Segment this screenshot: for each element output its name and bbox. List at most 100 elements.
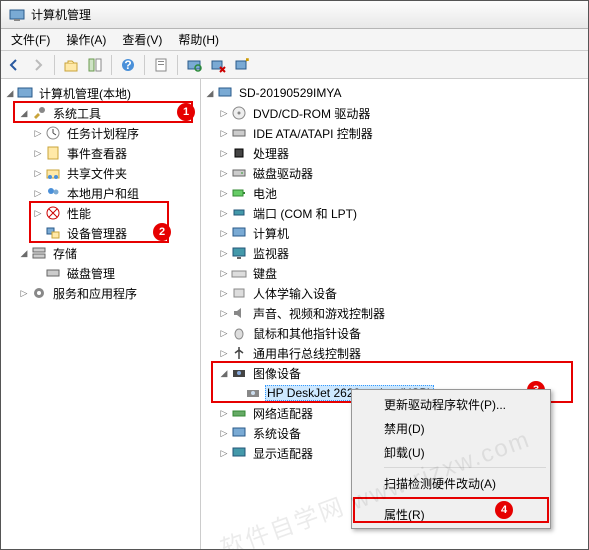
display-adapter-icon — [231, 445, 247, 461]
expander-icon[interactable]: ▷ — [217, 446, 231, 460]
expander-icon[interactable]: ◢ — [203, 86, 217, 100]
expander-icon[interactable]: ▷ — [31, 206, 45, 220]
device-ide[interactable]: ▷IDE ATA/ATAPI 控制器 — [203, 123, 586, 143]
expander-icon[interactable]: ▷ — [217, 426, 231, 440]
scan-hardware-button[interactable] — [183, 54, 205, 76]
help-button[interactable]: ? — [117, 54, 139, 76]
tree-label: 计算机管理(本地) — [37, 85, 133, 102]
up-button[interactable] — [60, 54, 82, 76]
tools-icon — [31, 105, 47, 121]
expander-icon[interactable]: ◢ — [217, 366, 231, 380]
monitor-icon — [231, 245, 247, 261]
update-driver-button[interactable] — [231, 54, 253, 76]
port-icon — [231, 205, 247, 221]
tree-root[interactable]: ◢ 计算机管理(本地) — [3, 83, 198, 103]
ctx-properties[interactable]: 属性(R) — [354, 502, 548, 526]
expander-icon[interactable]: ▷ — [217, 126, 231, 140]
expander-icon[interactable]: ▷ — [217, 346, 231, 360]
titlebar: 计算机管理 — [1, 1, 588, 29]
expander-icon[interactable]: ▷ — [31, 126, 45, 140]
cpu-icon — [231, 145, 247, 161]
ctx-update-driver[interactable]: 更新驱动程序软件(P)... — [354, 392, 548, 416]
device-manager-icon — [45, 225, 61, 241]
expander-icon[interactable]: ▷ — [217, 206, 231, 220]
menu-help[interactable]: 帮助(H) — [170, 29, 227, 50]
expander-icon[interactable]: ▷ — [217, 246, 231, 260]
device-tree[interactable]: ◢ SD-20190529IMYA ▷DVD/CD-ROM 驱动器 ▷IDE A… — [201, 79, 588, 549]
tree-services-apps[interactable]: ▷ 服务和应用程序 — [3, 283, 198, 303]
tree-storage[interactable]: ◢ 存储 — [3, 243, 198, 263]
device-dvd[interactable]: ▷DVD/CD-ROM 驱动器 — [203, 103, 586, 123]
battery-icon — [231, 185, 247, 201]
expander-icon[interactable]: ▷ — [217, 286, 231, 300]
tree-label: 性能 — [65, 205, 93, 222]
expander-icon[interactable]: ▷ — [217, 166, 231, 180]
console-tree[interactable]: ◢ 计算机管理(本地) ◢ 系统工具 ▷ 任务计划程序 ▷ 事件查看器 — [1, 79, 201, 549]
ctx-scan[interactable]: 扫描检测硬件改动(A) — [354, 471, 548, 495]
expander-icon[interactable]: ▷ — [31, 146, 45, 160]
tree-disk-management[interactable]: 磁盘管理 — [3, 263, 198, 283]
uninstall-button[interactable] — [207, 54, 229, 76]
tree-label: 端口 (COM 和 LPT) — [251, 205, 359, 222]
tree-shared-folders[interactable]: ▷ 共享文件夹 — [3, 163, 198, 183]
device-imaging[interactable]: ◢图像设备 — [203, 363, 586, 383]
tree-label: 服务和应用程序 — [51, 285, 139, 302]
menu-file[interactable]: 文件(F) — [3, 29, 58, 50]
tree-label: 磁盘管理 — [65, 265, 117, 282]
tree-label: 任务计划程序 — [65, 125, 141, 142]
expander-icon[interactable]: ▷ — [217, 106, 231, 120]
tree-task-scheduler[interactable]: ▷ 任务计划程序 — [3, 123, 198, 143]
device-root[interactable]: ◢ SD-20190529IMYA — [203, 83, 586, 103]
menu-view[interactable]: 查看(V) — [114, 29, 170, 50]
tree-performance[interactable]: ▷ 性能 — [3, 203, 198, 223]
device-computers[interactable]: ▷ 计算机 — [203, 223, 586, 243]
expander-icon[interactable]: ▷ — [217, 146, 231, 160]
device-monitors[interactable]: ▷监视器 — [203, 243, 586, 263]
ctx-label: 禁用(D) — [384, 420, 425, 437]
device-mouse[interactable]: ▷鼠标和其他指针设备 — [203, 323, 586, 343]
tree-event-viewer[interactable]: ▷ 事件查看器 — [3, 143, 198, 163]
tree-device-manager[interactable]: 设备管理器 — [3, 223, 198, 243]
expander-icon[interactable]: ▷ — [217, 326, 231, 340]
expander-icon[interactable]: ▷ — [31, 166, 45, 180]
clock-icon — [45, 125, 61, 141]
device-cpu[interactable]: ▷ 处理器 — [203, 143, 586, 163]
expander-icon[interactable]: ▷ — [217, 226, 231, 240]
expander-icon[interactable]: ▷ — [217, 406, 231, 420]
tree-label: 处理器 — [251, 145, 291, 162]
device-sound[interactable]: ▷ 声音、视频和游戏控制器 — [203, 303, 586, 323]
device-battery[interactable]: ▷电池 — [203, 183, 586, 203]
ctx-disable[interactable]: 禁用(D) — [354, 416, 548, 440]
performance-icon — [45, 205, 61, 221]
ctx-label: 扫描检测硬件改动(A) — [384, 475, 496, 492]
ctx-uninstall[interactable]: 卸载(U) — [354, 440, 548, 464]
expander-icon[interactable]: ◢ — [17, 246, 31, 260]
back-button[interactable] — [3, 54, 25, 76]
tree-label: 声音、视频和游戏控制器 — [251, 305, 387, 322]
blank-expander — [31, 226, 45, 240]
expander-icon[interactable]: ▷ — [31, 186, 45, 200]
show-hide-button[interactable] — [84, 54, 106, 76]
expander-icon[interactable]: ◢ — [17, 106, 31, 120]
menu-action[interactable]: 操作(A) — [58, 29, 114, 50]
tree-system-tools[interactable]: ◢ 系统工具 — [3, 103, 198, 123]
expander-icon[interactable]: ▷ — [217, 186, 231, 200]
tree-local-users[interactable]: ▷ 本地用户和组 — [3, 183, 198, 203]
tree-label: 计算机 — [251, 225, 291, 242]
device-ports[interactable]: ▷ 端口 (COM 和 LPT) — [203, 203, 586, 223]
tree-label: 共享文件夹 — [65, 165, 129, 182]
expander-icon[interactable]: ▷ — [217, 306, 231, 320]
device-usb[interactable]: ▷通用串行总线控制器 — [203, 343, 586, 363]
device-diskdrive[interactable]: ▷磁盘驱动器 — [203, 163, 586, 183]
tree-label: SD-20190529IMYA — [237, 86, 344, 100]
expander-icon[interactable]: ◢ — [3, 86, 17, 100]
properties-button[interactable] — [150, 54, 172, 76]
forward-button[interactable] — [27, 54, 49, 76]
expander-icon[interactable]: ▷ — [217, 266, 231, 280]
system-device-icon — [231, 425, 247, 441]
separator — [54, 55, 55, 75]
device-hid[interactable]: ▷人体学输入设备 — [203, 283, 586, 303]
expander-icon[interactable]: ▷ — [17, 286, 31, 300]
device-keyboards[interactable]: ▷键盘 — [203, 263, 586, 283]
tree-label: 事件查看器 — [65, 145, 129, 162]
